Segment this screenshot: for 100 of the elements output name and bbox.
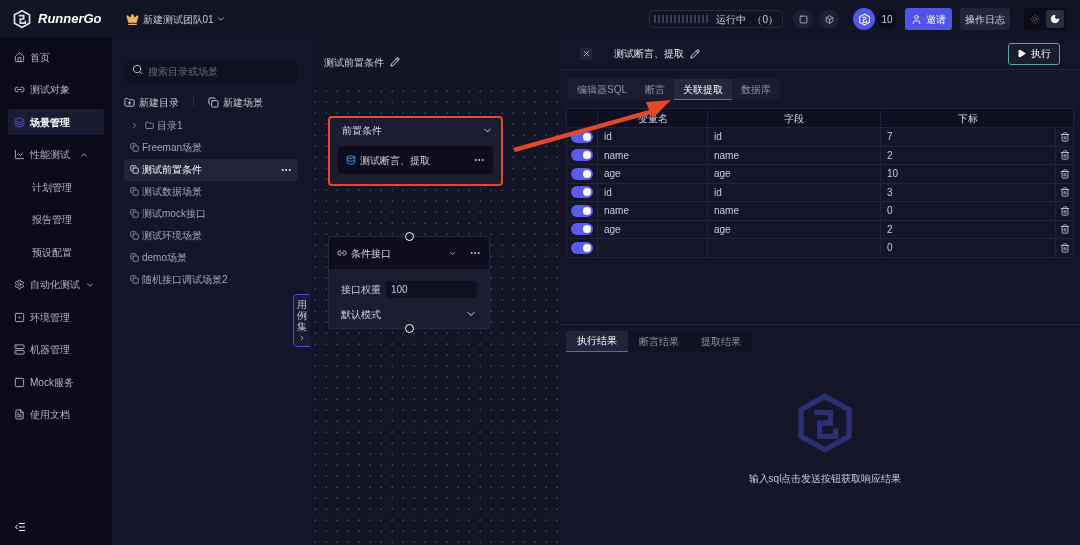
connector-handle[interactable] [405, 324, 414, 333]
delete-icon[interactable] [1059, 150, 1070, 161]
precondition-node[interactable]: 前置条件 测试断言、提取 [328, 116, 503, 186]
editor-tab[interactable]: 关联提取 [674, 79, 732, 100]
panel-button[interactable] [793, 9, 813, 29]
delete-icon[interactable] [1059, 131, 1070, 142]
brand-name: RunnerGo [38, 10, 102, 29]
editor-tab[interactable]: 编辑器SQL [568, 79, 636, 100]
empty-state-text: 输入sql点击发送按钮获取响应结果 [748, 471, 902, 486]
sidebar-item[interactable]: 环境管理 [8, 304, 104, 330]
search-field[interactable]: 搜索目录或场景 [124, 60, 298, 83]
home-icon [14, 51, 25, 63]
scene-item[interactable]: 随机接口调试场景2 [124, 268, 298, 291]
toggle-switch[interactable] [571, 241, 593, 254]
link-icon [14, 84, 25, 95]
folder-icon [145, 121, 154, 130]
square-icon [798, 14, 808, 24]
operation-log-button[interactable]: 操作日志 [960, 8, 1010, 30]
dark-theme-button[interactable] [1046, 10, 1064, 28]
chevron-right-icon [130, 121, 139, 130]
scene-item[interactable]: Freeman场景 [124, 136, 298, 159]
table-cell-text: name [714, 148, 739, 163]
sidebar-subitem[interactable]: 报告管理 [8, 206, 104, 233]
scene-item[interactable]: 测试环境场景 [124, 224, 298, 247]
team-selector[interactable]: 新建测试团队01 [142, 11, 226, 27]
cube-button[interactable] [819, 9, 839, 29]
database-icon [346, 155, 356, 165]
table-cell-text: 0 [887, 241, 893, 256]
mode-select[interactable]: 默认模式 [329, 298, 489, 328]
result-tab[interactable]: 执行结果 [566, 330, 628, 352]
toggle-switch[interactable] [571, 167, 593, 180]
copy-icon [130, 275, 139, 284]
new-scene-button[interactable]: 新建场景 [208, 94, 263, 110]
toggle-switch[interactable] [571, 186, 593, 199]
result-tab[interactable]: 提取结果 [690, 330, 752, 352]
sidebar-item[interactable]: 机器管理 [8, 336, 104, 363]
editor-tab[interactable]: 断言 [636, 79, 674, 100]
delete-icon[interactable] [1059, 224, 1070, 235]
toggle-switch[interactable] [571, 204, 593, 217]
scene-item[interactable]: 测试数据场景 [124, 180, 298, 203]
caret-icon [215, 14, 226, 24]
copy-icon [208, 96, 219, 108]
table-cell-text: id [604, 185, 612, 200]
server-icon [14, 344, 25, 355]
chevron-right-icon [298, 334, 306, 342]
sidebar-subitem[interactable]: 预设配置 [8, 239, 104, 265]
delete-icon[interactable] [1059, 205, 1070, 216]
table-cell-text: age [604, 167, 621, 182]
result-tab[interactable]: 断言结果 [628, 330, 690, 352]
drawer-title: 测试断言、提取 [614, 47, 684, 61]
sidebar-item[interactable]: 自动化测试 [8, 271, 104, 298]
folder-item[interactable]: 目录1 [124, 114, 298, 137]
table-cell-text: age [714, 167, 731, 182]
member-count: 10 [877, 9, 897, 29]
column-header: 字段 [784, 112, 804, 124]
invite-button[interactable]: 邀请 [905, 8, 952, 30]
delete-icon[interactable] [1059, 187, 1070, 198]
case-set-tab[interactable]: 用例集 [293, 294, 311, 347]
sidebar-item[interactable]: 测试对象 [8, 76, 104, 103]
table-cell-text: age [714, 222, 731, 237]
team-avatar[interactable] [853, 8, 875, 30]
toggle-switch[interactable] [571, 223, 593, 236]
toggle-switch[interactable] [571, 149, 593, 162]
table-cell-text: 2 [887, 148, 893, 163]
sidebar-item[interactable]: Mock服务 [8, 369, 104, 395]
logo-icon [857, 12, 871, 26]
delete-icon[interactable] [1059, 168, 1070, 179]
cube-icon [824, 14, 834, 24]
scene-item[interactable]: 测试前置条件 [124, 158, 298, 181]
copy-icon [130, 143, 139, 152]
play-icon [1017, 49, 1026, 58]
scene-item[interactable]: 测试mock接口 [124, 202, 298, 225]
logo-icon [12, 9, 32, 29]
weight-field[interactable]: 100 [386, 281, 477, 298]
edit-icon[interactable] [690, 48, 700, 59]
table-cell-text: name [714, 204, 739, 219]
user-icon [911, 13, 922, 25]
table-cell-text: age [604, 222, 621, 237]
chart-icon [14, 149, 25, 160]
child-node[interactable]: 测试断言、提取 [338, 146, 493, 174]
edit-icon[interactable] [390, 57, 400, 67]
delete-icon[interactable] [1059, 242, 1070, 253]
collapse-sidebar-icon[interactable] [14, 521, 26, 533]
api-node[interactable]: 条件接口 接口权重 100 默认模式 [328, 236, 490, 329]
copy-icon [130, 165, 139, 174]
sidebar-item[interactable]: 性能测试 [8, 141, 104, 168]
table-cell-text: name [604, 204, 629, 219]
copy-icon [130, 209, 139, 218]
sidebar-item[interactable]: 首页 [8, 44, 104, 70]
gear-icon [14, 279, 25, 290]
close-button[interactable] [580, 47, 592, 60]
run-button[interactable]: 执行 [1008, 42, 1060, 65]
node-title: 前置条件 [342, 123, 382, 138]
editor-tab[interactable]: 数据库 [732, 79, 780, 100]
table-cell-text: 0 [887, 204, 893, 219]
sidebar-item[interactable]: 使用文档 [8, 401, 104, 428]
new-folder-button[interactable]: 新建目录 [124, 94, 179, 110]
sidebar-item[interactable]: 场景管理 [8, 109, 104, 135]
sidebar-subitem[interactable]: 计划管理 [8, 174, 104, 200]
scene-item[interactable]: demo场景 [124, 246, 298, 269]
